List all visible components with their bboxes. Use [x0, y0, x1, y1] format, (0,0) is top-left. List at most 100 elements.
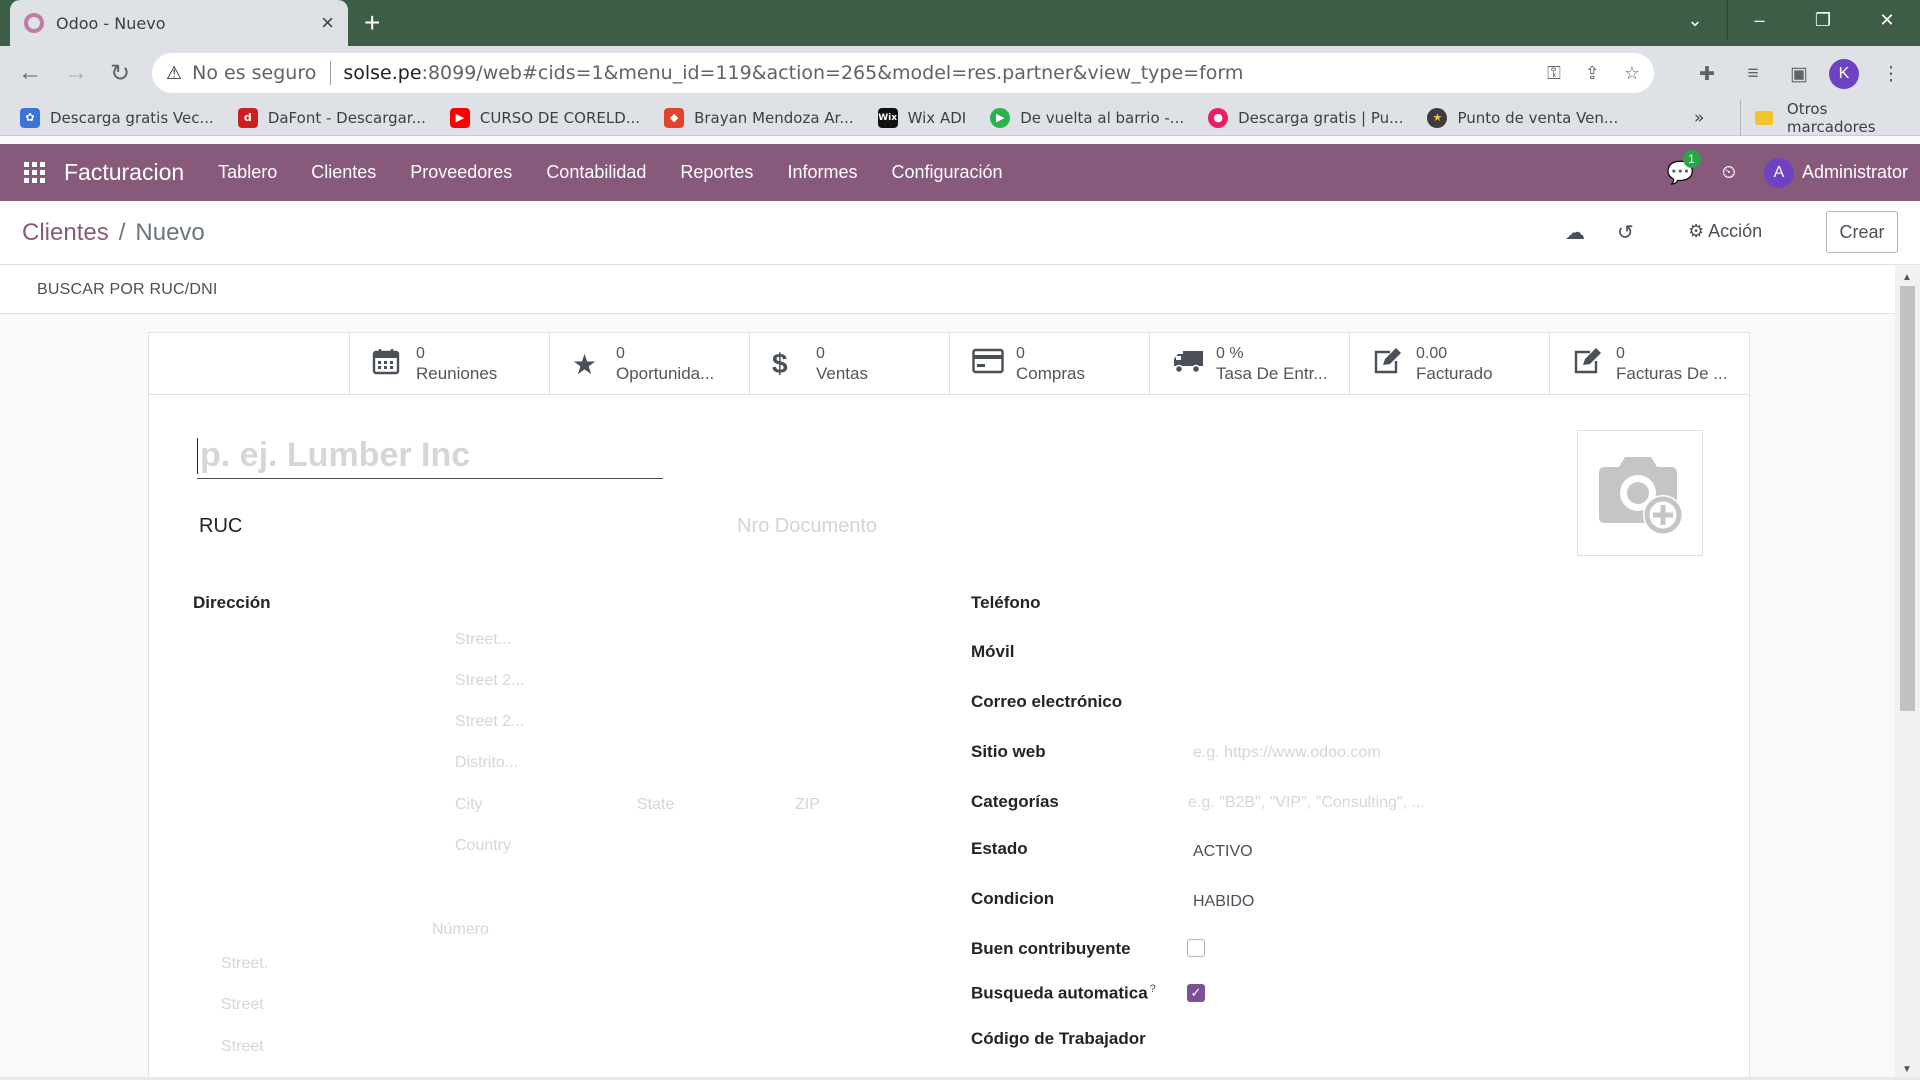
categories-input[interactable]: e.g. "B2B", "VIP", "Consulting", ... — [1188, 794, 1425, 812]
busqueda-automatica-checkbox[interactable]: ✓ — [1187, 984, 1205, 1002]
kebab-menu-icon[interactable]: ⋮ — [1874, 57, 1908, 91]
warning-icon[interactable]: ⚠ — [166, 63, 182, 84]
buen-contribuyente-checkbox[interactable] — [1187, 939, 1205, 957]
new-tab-button[interactable]: + — [364, 8, 380, 38]
action-menu-button[interactable]: ⚙ Acción — [1688, 221, 1762, 242]
browser-tabstrip: Odoo - Nuevo × + ⌄ – ❐ ✕ — [0, 0, 1920, 46]
breadcrumb-clientes[interactable]: Clientes — [22, 219, 109, 246]
messaging-button[interactable]: 💬 1 — [1667, 149, 1701, 186]
profile-avatar[interactable]: K — [1829, 59, 1859, 89]
url-text[interactable]: solse.pe:8099/web#cids=1&menu_id=119&act… — [343, 62, 1547, 84]
close-tab-icon[interactable]: × — [321, 12, 334, 34]
other-bookmarks[interactable]: Otros marcadores — [1740, 100, 1920, 136]
city-input[interactable]: City — [455, 796, 483, 814]
buen-contribuyente-label: Buen contribuyente — [971, 939, 1131, 958]
scrollbar-thumb[interactable] — [1900, 286, 1915, 711]
district-input[interactable]: Distrito... — [455, 754, 518, 772]
menu-clientes[interactable]: Clientes — [311, 162, 376, 183]
street-input[interactable]: Street... — [455, 631, 511, 649]
create-button[interactable]: Crear — [1826, 211, 1898, 253]
bookmark-item[interactable]: Wix Wix ADI — [877, 107, 966, 128]
scroll-down-icon[interactable]: ▼ — [1902, 1064, 1912, 1075]
smart-button-ventas[interactable]: $ 0 Ventas — [749, 333, 949, 395]
smart-button-compras[interactable]: 0 Compras — [949, 333, 1149, 395]
address-divider — [330, 61, 332, 85]
smart-button-text: 0 Reuniones — [416, 344, 497, 384]
smart-button-value: 0.00 — [1416, 345, 1448, 362]
apps-grid-icon[interactable] — [24, 161, 46, 184]
image-upload[interactable] — [1577, 430, 1703, 556]
app-brand[interactable]: Facturacion — [64, 159, 184, 186]
odoo-navbar: Facturacion Tablero Clientes Proveedores… — [0, 144, 1920, 201]
menu-configuracion[interactable]: Configuración — [891, 162, 1002, 183]
bookmark-item[interactable]: ✿ Descarga gratis Vec... — [20, 107, 214, 128]
bookmark-star-icon[interactable]: ☆ — [1624, 63, 1640, 84]
smart-button-facturas-de[interactable]: 0 Facturas De ... — [1549, 333, 1749, 395]
extensions-icon[interactable]: ✚ — [1690, 57, 1724, 91]
smart-button-label: Reuniones — [416, 364, 498, 383]
busqueda-automatica-text: Busqueda automatica — [971, 983, 1148, 1003]
categorias-label: Categorías — [971, 792, 1059, 811]
bookmark-item[interactable]: ▶ CURSO DE CORELD... — [449, 107, 640, 128]
smart-button-oportunidades[interactable]: ★ 0 Oportunida... — [549, 333, 749, 395]
key-icon[interactable]: ⚿ — [1547, 63, 1561, 84]
browser-tab[interactable]: Odoo - Nuevo × — [10, 0, 348, 46]
partner-name-input[interactable]: p. ej. Lumber Inc — [197, 433, 663, 479]
menu-informes[interactable]: Informes — [787, 162, 857, 183]
bookmark-item[interactable]: ★ Punto de venta Ven... — [1427, 107, 1618, 128]
bookmark-item[interactable]: ◆ Brayan Mendoza Ar... — [664, 107, 854, 128]
tab-title: Odoo - Nuevo — [56, 13, 166, 33]
address-bar[interactable]: ⚠ No es seguro solse.pe:8099/web#cids=1&… — [152, 53, 1654, 93]
street2-input[interactable]: Street 2... — [455, 672, 524, 690]
drop-icon: ● — [1208, 107, 1229, 128]
document-type-select[interactable]: RUC — [199, 515, 242, 538]
smart-button-facturado[interactable]: 0.00 Facturado — [1349, 333, 1549, 395]
vertical-scrollbar[interactable]: ▲ ▼ — [1895, 266, 1920, 1080]
save-cloud-icon[interactable]: ☁ — [1565, 220, 1585, 245]
security-label[interactable]: No es seguro — [192, 62, 316, 84]
share-icon[interactable]: ⇪ — [1585, 63, 1600, 84]
smart-button-tasa-entrega[interactable]: 0 % Tasa De Entr... — [1149, 333, 1349, 395]
back-icon[interactable]: ← — [14, 57, 46, 89]
menu-proveedores[interactable]: Proveedores — [410, 162, 512, 183]
website-input[interactable]: e.g. https://www.odoo.com — [1193, 744, 1381, 762]
other-bookmarks-label: Otros marcadores — [1786, 100, 1876, 136]
extra-street-input[interactable]: Street — [221, 1038, 264, 1056]
state-input[interactable]: State — [637, 796, 674, 814]
menu-tablero[interactable]: Tablero — [218, 162, 277, 183]
control-panel: Clientes / Nuevo ☁ ↺ ⚙ Acción Crear — [0, 201, 1920, 265]
smart-button-reuniones[interactable]: 0 Reuniones — [349, 333, 549, 395]
estado-value[interactable]: ACTIVO — [1193, 843, 1253, 861]
numero-input[interactable]: Número — [432, 921, 489, 939]
document-number-input[interactable]: Nro Documento — [737, 515, 877, 538]
forward-icon[interactable]: → — [60, 57, 92, 89]
menu-reportes[interactable]: Reportes — [680, 162, 753, 183]
breadcrumb: Clientes / Nuevo — [22, 219, 205, 247]
extra-street-input[interactable]: Street — [221, 996, 264, 1014]
extra-street-input[interactable]: Street. — [221, 955, 268, 973]
user-menu[interactable]: A Administrator — [1763, 157, 1908, 188]
country-input[interactable]: Country — [455, 837, 511, 855]
bookmark-item[interactable]: ● Descarga gratis | Pu... — [1208, 107, 1403, 128]
condicion-value[interactable]: HABIDO — [1193, 893, 1254, 911]
smart-button-value: 0 — [616, 345, 625, 362]
edit-icon — [1572, 347, 1610, 382]
tab-search-icon[interactable]: ⌄ — [1663, 0, 1727, 40]
side-panel-icon[interactable]: ▣ — [1782, 57, 1816, 91]
window-close-icon[interactable]: ✕ — [1855, 0, 1919, 40]
discard-undo-icon[interactable]: ↺ — [1617, 220, 1634, 245]
minimize-icon[interactable]: – — [1727, 0, 1791, 40]
bookmark-item[interactable]: d DaFont - Descargar... — [237, 107, 426, 128]
zip-input[interactable]: ZIP — [795, 796, 820, 814]
help-tooltip-icon[interactable]: ? — [1150, 983, 1156, 995]
activity-clock-icon[interactable]: ⏲ — [1722, 162, 1736, 183]
menu-contabilidad[interactable]: Contabilidad — [546, 162, 646, 183]
search-ruc-dni-button[interactable]: BUSCAR POR RUC/DNI — [37, 281, 218, 299]
street2b-input[interactable]: Street 2... — [455, 713, 524, 731]
restore-icon[interactable]: ❐ — [1791, 0, 1855, 40]
bookmarks-overflow-button[interactable]: » — [1694, 100, 1704, 136]
scroll-up-icon[interactable]: ▲ — [1902, 272, 1912, 283]
reload-icon[interactable]: ↻ — [104, 57, 136, 89]
bookmark-item[interactable]: ▶ De vuelta al barrio -... — [990, 107, 1184, 128]
reading-list-icon[interactable]: ≡ — [1736, 57, 1770, 91]
